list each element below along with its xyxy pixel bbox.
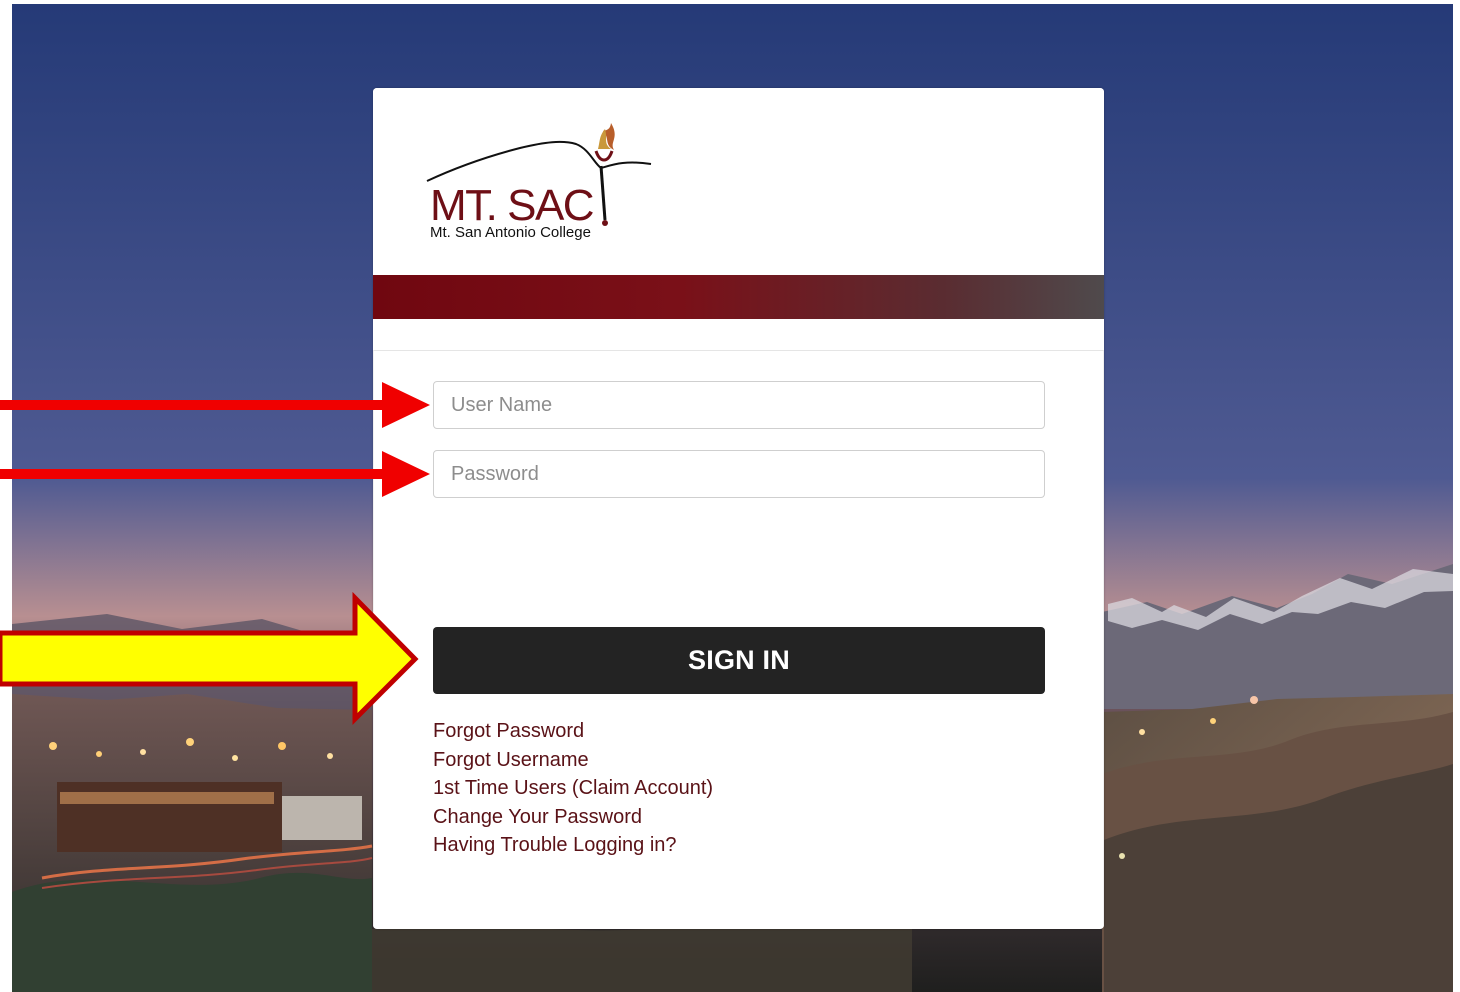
login-card: MT. SAC Mt. San Antonio College SIGN IN … [373, 88, 1104, 929]
brand-color-band [373, 275, 1104, 319]
logo-area: MT. SAC Mt. San Antonio College [373, 88, 1104, 274]
mt-sac-logo: MT. SAC Mt. San Antonio College [425, 118, 655, 246]
username-input[interactable] [433, 381, 1045, 429]
claim-account-link[interactable]: 1st Time Users (Claim Account) [433, 774, 853, 803]
forgot-username-link[interactable]: Forgot Username [433, 746, 853, 775]
red-arrow-icon [0, 451, 430, 497]
change-password-link[interactable]: Change Your Password [433, 803, 853, 832]
forgot-password-link[interactable]: Forgot Password [433, 717, 853, 746]
help-links: Forgot Password Forgot Username 1st Time… [433, 717, 853, 860]
password-input[interactable] [433, 450, 1045, 498]
red-arrow-icon [0, 382, 430, 428]
logo-wordmark: MT. SAC [430, 181, 595, 230]
logo-subtitle: Mt. San Antonio College [430, 224, 591, 241]
sign-in-button[interactable]: SIGN IN [433, 627, 1045, 694]
login-form: SIGN IN Forgot Password Forgot Username … [373, 350, 1104, 929]
yellow-arrow-icon [0, 591, 419, 726]
login-help-link[interactable]: Having Trouble Logging in? [433, 831, 853, 860]
login-page: MT. SAC Mt. San Antonio College SIGN IN … [0, 0, 1460, 992]
